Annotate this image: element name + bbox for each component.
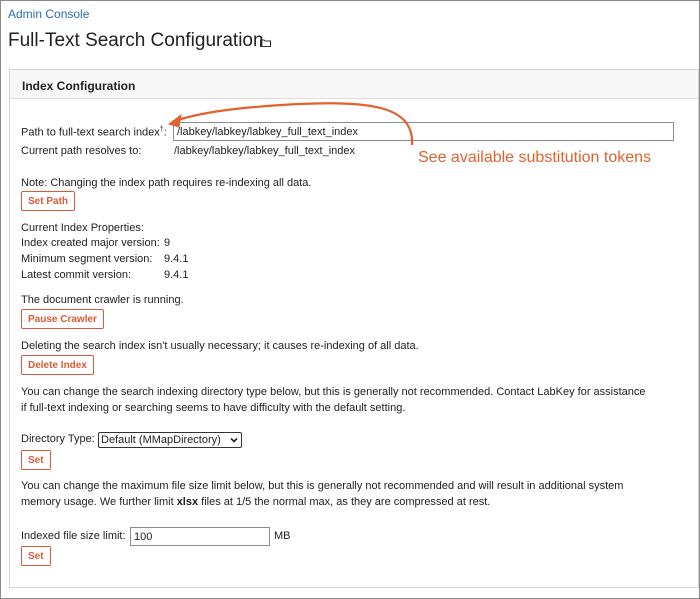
delete-index-button[interactable]: Delete Index — [21, 355, 94, 375]
path-label: Path to full-text search index†: — [21, 126, 167, 139]
min-segment-value: 9.4.1 — [164, 253, 189, 265]
created-version-label: Index created major version: — [21, 237, 160, 249]
set-path-button[interactable]: Set Path — [21, 191, 76, 211]
created-version-value: 9 — [164, 237, 171, 249]
filesize-note-line2: memory usage. We further limit xlsx file… — [21, 496, 491, 508]
min-segment-label: Minimum segment version: — [21, 253, 153, 265]
directory-note-line2: if full-text indexing or searching seems… — [21, 402, 406, 414]
filesize-input[interactable] — [130, 527, 270, 546]
set-filesize-button[interactable]: Set — [21, 546, 51, 566]
directory-type-select[interactable]: Default (MMapDirectory) — [98, 432, 242, 448]
chevron-down-icon — [230, 437, 238, 443]
properties-heading: Current Index Properties: — [21, 222, 144, 234]
reindex-note: Note: Changing the index path requires r… — [21, 177, 312, 189]
breadcrumb-admin-console[interactable]: Admin Console — [8, 7, 89, 21]
panel-title: Index Configuration — [10, 70, 698, 99]
filesize-unit: MB — [274, 530, 291, 542]
filesize-label: Indexed file size limit: — [21, 530, 126, 542]
set-directory-button[interactable]: Set — [21, 450, 51, 470]
latest-commit-value: 9.4.1 — [164, 269, 189, 281]
latest-commit-label: Latest commit version: — [21, 269, 132, 281]
substitution-tokens-callout: See available substitution tokens — [418, 149, 652, 166]
pause-crawler-button[interactable]: Pause Crawler — [21, 309, 104, 329]
directory-note-line1: You can change the search indexing direc… — [21, 386, 646, 398]
xlsx-keyword: xlsx — [176, 496, 199, 508]
resolves-label: Current path resolves to: — [21, 145, 142, 157]
directory-type-value: Default (MMapDirectory) — [101, 434, 221, 446]
delete-note: Deleting the search index isn't usually … — [21, 340, 419, 352]
resolves-value: /labkey/labkey/labkey_full_text_index — [174, 145, 356, 157]
page-title: Full-Text Search Configuration — [8, 30, 264, 51]
directory-type-label: Directory Type: — [21, 433, 95, 445]
crawler-status: The document crawler is running. — [21, 294, 184, 306]
folder-icon[interactable] — [260, 39, 271, 47]
filesize-note-line1: You can change the maximum file size lim… — [21, 480, 624, 492]
index-path-input[interactable] — [173, 122, 674, 141]
